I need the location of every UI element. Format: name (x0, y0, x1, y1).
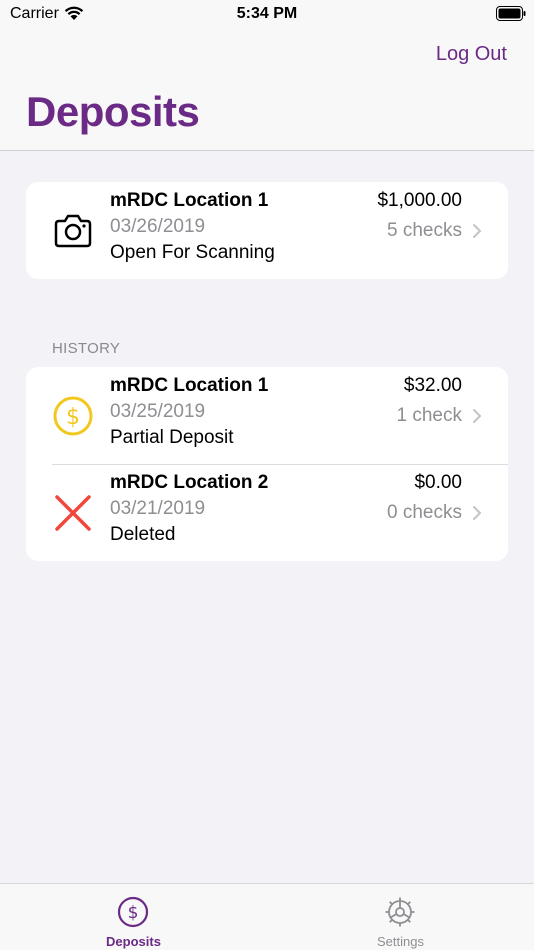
gear-icon (385, 897, 415, 927)
tab-deposits[interactable]: $ Deposits (0, 884, 267, 950)
svg-text:$: $ (66, 405, 80, 430)
history-section-header: HISTORY (52, 340, 121, 357)
chevron-right-icon (473, 224, 481, 238)
deposit-date: 03/26/2019 (110, 216, 206, 237)
deposit-row[interactable]: mRDC Location 2 03/21/2019 Deleted $0.00… (26, 464, 508, 561)
chevron-right-icon (473, 506, 481, 520)
svg-text:$: $ (128, 903, 139, 923)
tab-bar: $ Deposits Settings (0, 883, 534, 950)
navigation-bar: Log Out Deposits (0, 30, 534, 151)
history-card: $ mRDC Location 1 03/25/2019 Partial Dep… (26, 367, 508, 561)
deposit-amount: $1,000.00 (377, 190, 462, 211)
page-title: Deposits (26, 88, 200, 135)
deposit-row[interactable]: $ mRDC Location 1 03/25/2019 Partial Dep… (26, 367, 508, 464)
tab-label: Deposits (106, 934, 161, 949)
deposit-location: mRDC Location 1 (110, 375, 269, 396)
camera-icon (54, 214, 92, 248)
deposit-status: Deleted (110, 524, 176, 545)
deposit-location: mRDC Location 2 (110, 472, 269, 493)
deposit-check-count: 1 check (396, 405, 462, 426)
dollar-coin-icon: $ (53, 396, 93, 436)
deposit-location: mRDC Location 1 (110, 190, 269, 211)
dollar-circle-icon: $ (117, 896, 149, 928)
tab-label: Settings (377, 934, 424, 949)
deposit-date: 03/25/2019 (110, 401, 206, 422)
deposit-status: Open For Scanning (110, 242, 275, 263)
deposit-status: Partial Deposit (110, 427, 234, 448)
deposit-amount: $0.00 (414, 472, 462, 493)
tab-settings[interactable]: Settings (267, 884, 534, 950)
deposit-date: 03/21/2019 (110, 498, 206, 519)
current-deposit-card: mRDC Location 1 03/26/2019 Open For Scan… (26, 182, 508, 279)
clock: 5:34 PM (236, 5, 298, 22)
log-out-button[interactable]: Log Out (436, 43, 507, 66)
x-mark-icon (55, 495, 91, 531)
battery-icon (496, 6, 526, 21)
deposit-check-count: 5 checks (387, 220, 462, 241)
deposit-amount: $32.00 (403, 375, 462, 396)
chevron-right-icon (473, 409, 481, 423)
status-bar: Carrier 5:34 PM (0, 0, 534, 30)
deposit-row[interactable]: mRDC Location 1 03/26/2019 Open For Scan… (26, 182, 508, 279)
deposit-check-count: 0 checks (387, 502, 462, 523)
